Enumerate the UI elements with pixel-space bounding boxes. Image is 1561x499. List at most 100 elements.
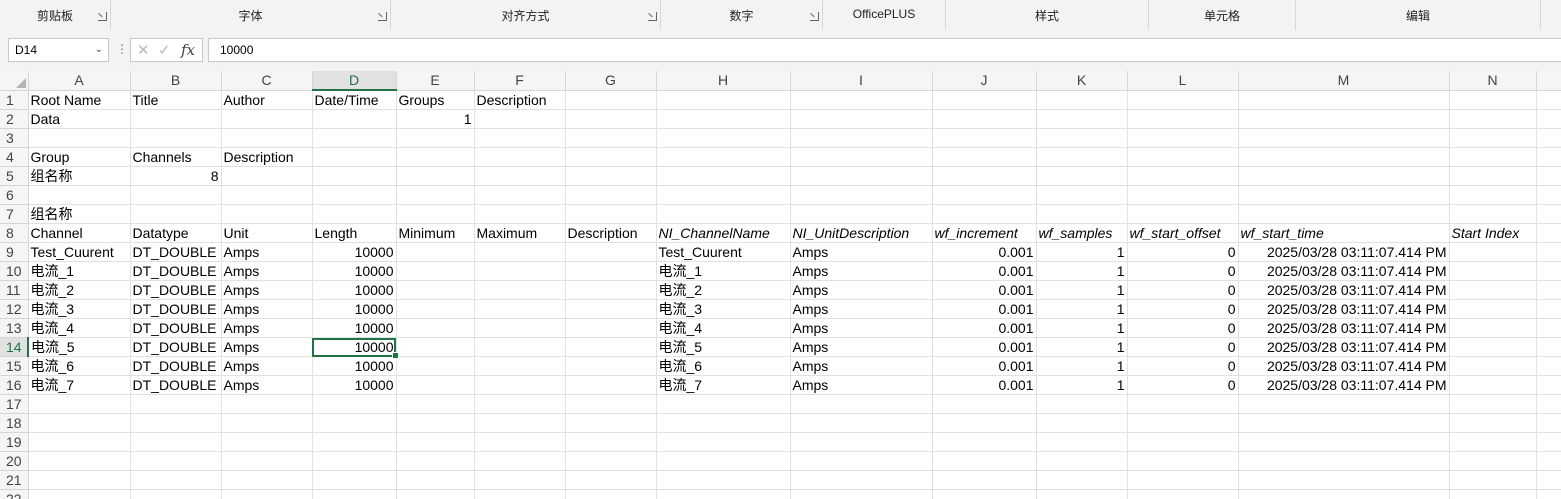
- cell-H14[interactable]: 电流_5: [656, 337, 791, 357]
- cell-D1[interactable]: Date/Time: [312, 90, 397, 110]
- cell-K20[interactable]: [1036, 451, 1128, 471]
- cell-N10[interactable]: [1449, 261, 1537, 281]
- cell-M10[interactable]: 2025/03/28 03:11:07.414 PM: [1238, 261, 1450, 281]
- cell-N22[interactable]: [1449, 489, 1537, 499]
- cell-L19[interactable]: [1127, 432, 1239, 452]
- cell-F13[interactable]: [474, 318, 566, 338]
- cell-D12[interactable]: 10000: [312, 299, 397, 319]
- row-header[interactable]: 20: [0, 451, 29, 471]
- cell-F6[interactable]: [474, 185, 566, 205]
- cell-B14[interactable]: DT_DOUBLE: [130, 337, 222, 357]
- cell-H18[interactable]: [656, 413, 791, 433]
- cell-D4[interactable]: [312, 147, 397, 167]
- cell-K5[interactable]: [1036, 166, 1128, 186]
- cell-F21[interactable]: [474, 470, 566, 490]
- cell-H17[interactable]: [656, 394, 791, 414]
- row-header[interactable]: 2: [0, 109, 29, 129]
- cell-M19[interactable]: [1238, 432, 1450, 452]
- cell-E20[interactable]: [396, 451, 475, 471]
- fill-handle[interactable]: [391, 352, 399, 359]
- cell-F18[interactable]: [474, 413, 566, 433]
- cell-N14[interactable]: [1449, 337, 1537, 357]
- row-header[interactable]: 4: [0, 147, 29, 167]
- cell-L21[interactable]: [1127, 470, 1239, 490]
- cell-M1[interactable]: [1238, 90, 1450, 110]
- cell-K10[interactable]: 1: [1036, 261, 1128, 281]
- cell-M3[interactable]: [1238, 128, 1450, 148]
- cell-J15[interactable]: 0.001: [932, 356, 1037, 376]
- cell-G15[interactable]: [565, 356, 657, 376]
- cell-I22[interactable]: [790, 489, 933, 499]
- dialog-launcher-icon[interactable]: [98, 12, 107, 21]
- cell-I8[interactable]: NI_UnitDescription: [790, 223, 933, 243]
- cell-I11[interactable]: Amps: [790, 280, 933, 300]
- cell-C10[interactable]: Amps: [221, 261, 313, 281]
- cell-L15[interactable]: 0: [1127, 356, 1239, 376]
- cell-E15[interactable]: [396, 356, 475, 376]
- cell-E19[interactable]: [396, 432, 475, 452]
- cell-E5[interactable]: [396, 166, 475, 186]
- cell-A20[interactable]: [28, 451, 131, 471]
- cell-E16[interactable]: [396, 375, 475, 395]
- cell-L13[interactable]: 0: [1127, 318, 1239, 338]
- cell-F3[interactable]: [474, 128, 566, 148]
- cell-A10[interactable]: 电流_1: [28, 261, 131, 281]
- cell-I15[interactable]: Amps: [790, 356, 933, 376]
- cell-D9[interactable]: 10000: [312, 242, 397, 262]
- cell-M11[interactable]: 2025/03/28 03:11:07.414 PM: [1238, 280, 1450, 300]
- row-header[interactable]: 9: [0, 242, 29, 262]
- row-header[interactable]: 18: [0, 413, 29, 433]
- cell-A1[interactable]: Root Name: [28, 90, 131, 110]
- cell-M2[interactable]: [1238, 109, 1450, 129]
- cell-E18[interactable]: [396, 413, 475, 433]
- cell-overflow[interactable]: [1536, 166, 1561, 186]
- cell-L11[interactable]: 0: [1127, 280, 1239, 300]
- cell-I4[interactable]: [790, 147, 933, 167]
- cell-F1[interactable]: Description: [474, 90, 566, 110]
- dialog-launcher-icon[interactable]: [810, 12, 819, 21]
- cell-D10[interactable]: 10000: [312, 261, 397, 281]
- cell-G3[interactable]: [565, 128, 657, 148]
- cell-C22[interactable]: [221, 489, 313, 499]
- cell-I1[interactable]: [790, 90, 933, 110]
- cell-G18[interactable]: [565, 413, 657, 433]
- cell-overflow[interactable]: [1536, 204, 1561, 224]
- cell-K13[interactable]: 1: [1036, 318, 1128, 338]
- cell-N18[interactable]: [1449, 413, 1537, 433]
- cell-N2[interactable]: [1449, 109, 1537, 129]
- cell-A5[interactable]: 组名称: [28, 166, 131, 186]
- cell-M4[interactable]: [1238, 147, 1450, 167]
- cell-overflow[interactable]: [1536, 90, 1561, 110]
- cell-G21[interactable]: [565, 470, 657, 490]
- cell-J12[interactable]: 0.001: [932, 299, 1037, 319]
- row-header[interactable]: 15: [0, 356, 29, 376]
- cell-N8[interactable]: Start Index: [1449, 223, 1537, 243]
- cell-E14[interactable]: [396, 337, 475, 357]
- cell-I7[interactable]: [790, 204, 933, 224]
- row-header[interactable]: 14: [0, 337, 29, 357]
- cell-C17[interactable]: [221, 394, 313, 414]
- cell-I16[interactable]: Amps: [790, 375, 933, 395]
- cell-B4[interactable]: Channels: [130, 147, 222, 167]
- cell-B9[interactable]: DT_DOUBLE: [130, 242, 222, 262]
- cell-I17[interactable]: [790, 394, 933, 414]
- row-header[interactable]: 10: [0, 261, 29, 281]
- cell-C16[interactable]: Amps: [221, 375, 313, 395]
- cell-K14[interactable]: 1: [1036, 337, 1128, 357]
- cell-J8[interactable]: wf_increment: [932, 223, 1037, 243]
- cell-B12[interactable]: DT_DOUBLE: [130, 299, 222, 319]
- row-header[interactable]: 22: [0, 489, 29, 499]
- cell-G19[interactable]: [565, 432, 657, 452]
- cell-J17[interactable]: [932, 394, 1037, 414]
- cell-overflow[interactable]: [1536, 147, 1561, 167]
- cell-I6[interactable]: [790, 185, 933, 205]
- cell-N4[interactable]: [1449, 147, 1537, 167]
- cell-J10[interactable]: 0.001: [932, 261, 1037, 281]
- cell-I12[interactable]: Amps: [790, 299, 933, 319]
- cell-J1[interactable]: [932, 90, 1037, 110]
- spreadsheet-grid[interactable]: ABCDEFGHIJKLMN 1 Root Name Title Author Date…: [0, 71, 1561, 499]
- cell-E6[interactable]: [396, 185, 475, 205]
- column-header-H[interactable]: H: [656, 71, 791, 91]
- cell-A22[interactable]: [28, 489, 131, 499]
- cell-D21[interactable]: [312, 470, 397, 490]
